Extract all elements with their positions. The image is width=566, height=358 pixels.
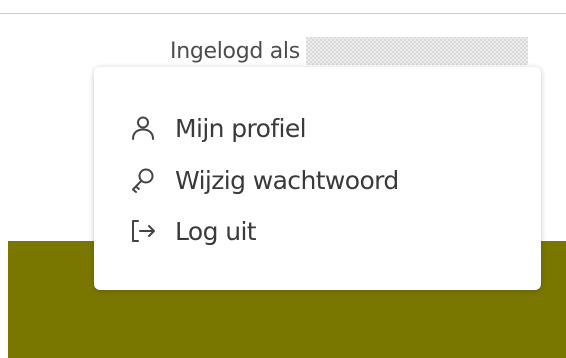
logged-in-label: Ingelogd als: [170, 38, 300, 64]
menu-item-change-password[interactable]: Wijzig wachtwoord: [130, 162, 399, 198]
menu-item-log-out[interactable]: Log uit: [130, 213, 257, 249]
user-icon: [130, 113, 160, 143]
menu-item-label: Wijzig wachtwoord: [175, 165, 399, 195]
redacted-username: [305, 37, 528, 65]
user-dropdown-menu: Mijn profiel Wijzig wachtwoord Log uit: [94, 67, 541, 290]
menu-item-label: Log uit: [175, 216, 257, 246]
logged-in-indicator[interactable]: Ingelogd als: [170, 34, 528, 68]
key-icon: [130, 165, 160, 195]
top-divider: [0, 13, 566, 14]
logout-icon: [130, 216, 160, 246]
menu-item-my-profile[interactable]: Mijn profiel: [130, 110, 307, 146]
menu-item-label: Mijn profiel: [175, 113, 307, 143]
